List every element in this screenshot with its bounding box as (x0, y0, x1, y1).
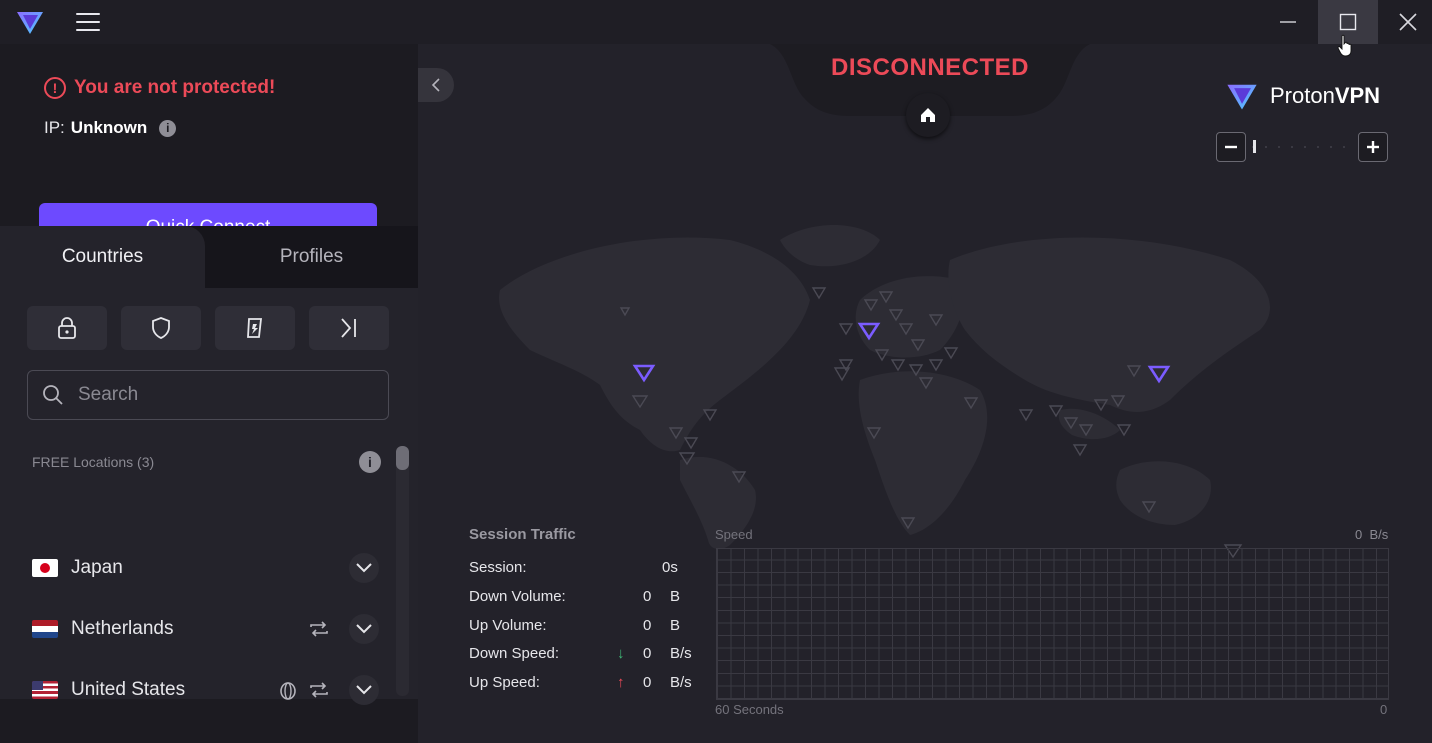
country-row-netherlands[interactable]: Netherlands (0, 599, 392, 659)
protonvpn-window: ! You are not protected! IP: Unknown i Q… (0, 0, 1432, 743)
warning-text: You are not protected! (74, 77, 276, 98)
country-row-japan[interactable]: Japan (0, 538, 392, 598)
zoom-slider-thumb[interactable] (1253, 140, 1256, 153)
ip-value: Unknown (70, 118, 148, 137)
up-volume-unit: B (670, 617, 681, 634)
tab-profiles[interactable]: Profiles (205, 226, 418, 288)
close-icon (1399, 13, 1417, 31)
search-field[interactable] (27, 370, 389, 420)
speed-graph-label: Speed (715, 527, 753, 542)
search-icon (43, 385, 63, 405)
ip-label: IP: (44, 118, 65, 137)
japan-flag-icon (32, 559, 58, 577)
speed-graph (716, 548, 1389, 700)
chevron-down-icon (356, 624, 372, 634)
lock-icon (58, 317, 76, 339)
info-icon[interactable]: i (359, 451, 381, 473)
netherlands-flag-icon (32, 620, 58, 638)
alert-icon: ! (44, 77, 66, 99)
down-volume-label: Down Volume: (469, 588, 566, 605)
mouse-cursor-icon (1337, 34, 1352, 57)
title-bar (0, 0, 1432, 44)
minimize-button[interactable] (1258, 0, 1318, 44)
filter-streaming-button[interactable] (215, 306, 295, 350)
chevron-down-icon (356, 563, 372, 573)
world-map[interactable] (440, 200, 1340, 560)
country-row-united-states[interactable]: United States (0, 660, 392, 720)
session-value: 0s (662, 559, 678, 576)
minus-icon (1225, 145, 1237, 149)
p2p-icon (307, 678, 331, 702)
minimize-icon (1280, 21, 1296, 23)
session-traffic-title: Session Traffic (469, 526, 576, 543)
close-button[interactable] (1378, 0, 1432, 44)
up-speed-label: Up Speed: (469, 674, 540, 691)
protonvpn-logo-icon (1227, 84, 1257, 110)
home-icon (921, 108, 935, 122)
expand-button[interactable] (349, 553, 379, 583)
ip-status: IP: Unknown i (44, 118, 177, 138)
tor-icon (341, 318, 356, 338)
up-speed-unit: B/s (670, 674, 692, 691)
down-speed-value: 0 (643, 645, 652, 662)
country-name: United States (71, 679, 186, 700)
speed-graph-value: 0 B/s (1355, 527, 1389, 542)
scrollbar-track[interactable] (396, 446, 409, 696)
scrollbar-thumb[interactable] (396, 446, 409, 470)
protection-warning: ! You are not protected! (44, 77, 275, 99)
plus-icon (1367, 141, 1379, 153)
down-volume-value: 0 (643, 588, 652, 605)
protonvpn-logo-icon (17, 12, 43, 34)
graph-x-right-label: 0 (1380, 702, 1388, 717)
brand-name: ProtonVPN (1270, 83, 1381, 108)
free-locations-header: FREE Locations (3) (32, 454, 155, 470)
expand-button[interactable] (349, 614, 379, 644)
up-speed-value: 0 (643, 674, 652, 691)
down-arrow-icon: ↓ (617, 645, 625, 662)
secure-core-icon (247, 318, 263, 338)
graph-x-left-label: 60 Seconds (715, 702, 784, 717)
chevron-down-icon (356, 685, 372, 695)
us-flag-icon (32, 681, 58, 699)
expand-button[interactable] (349, 675, 379, 705)
home-button[interactable] (906, 93, 950, 137)
country-name: Netherlands (71, 618, 174, 639)
search-input[interactable] (78, 384, 358, 406)
filter-shield-button[interactable] (121, 306, 201, 350)
p2p-icon (307, 617, 331, 641)
chevron-left-icon (431, 78, 440, 92)
up-arrow-icon: ↑ (617, 674, 625, 691)
filter-secure-core-button[interactable] (27, 306, 107, 350)
connection-status: DISCONNECTED (830, 54, 1029, 81)
down-volume-unit: B (670, 588, 681, 605)
info-icon[interactable]: i (159, 119, 177, 137)
maximize-icon (1339, 13, 1357, 31)
zoom-slider[interactable] (1252, 146, 1352, 148)
tor-onion-icon (276, 678, 300, 702)
zoom-out-button[interactable] (1216, 132, 1246, 162)
down-speed-label: Down Speed: (469, 645, 560, 662)
hamburger-icon[interactable] (74, 10, 102, 34)
collapse-sidebar-button[interactable] (418, 68, 454, 102)
brand-logo: ProtonVPN (1224, 80, 1380, 112)
filter-tor-button[interactable] (309, 306, 389, 350)
zoom-in-button[interactable] (1358, 132, 1388, 162)
country-name: Japan (71, 557, 123, 578)
down-speed-unit: B/s (670, 645, 692, 662)
up-volume-label: Up Volume: (469, 617, 547, 634)
session-label: Session: (469, 559, 527, 576)
shield-icon (152, 317, 170, 339)
up-volume-value: 0 (643, 617, 652, 634)
tab-countries[interactable]: Countries (0, 226, 205, 288)
